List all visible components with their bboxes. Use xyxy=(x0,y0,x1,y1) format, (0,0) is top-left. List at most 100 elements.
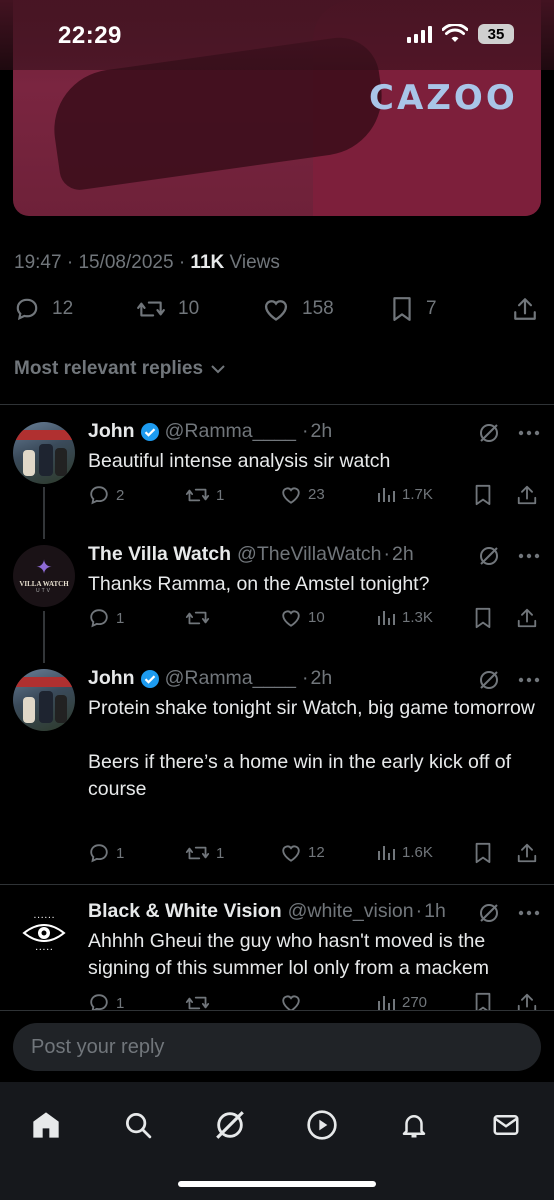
meta-separator: · xyxy=(383,543,390,565)
reply-time: 2h xyxy=(391,543,414,565)
reply-button[interactable]: 1 xyxy=(88,607,124,629)
author-name[interactable]: John xyxy=(88,420,135,443)
reply-button[interactable]: 1 xyxy=(88,992,124,1010)
views-count: 1.6K xyxy=(402,843,433,861)
bookmark-icon[interactable] xyxy=(473,842,493,864)
post-actions: 12 10 158 7 xyxy=(14,296,542,330)
video-play-icon xyxy=(307,1110,337,1140)
avatar[interactable] xyxy=(13,669,75,731)
reply-button[interactable]: 12 xyxy=(14,296,73,322)
svg-text:• • • • • •: • • • • • • xyxy=(34,915,55,920)
tab-messages[interactable] xyxy=(481,1100,531,1150)
repost-button[interactable]: 1 xyxy=(185,842,224,864)
share-icon[interactable] xyxy=(516,842,538,864)
reply-icon xyxy=(90,486,108,505)
tab-video[interactable] xyxy=(297,1100,347,1150)
repost-button[interactable] xyxy=(185,992,216,1010)
author-name[interactable]: John xyxy=(88,667,135,690)
like-count: 23 xyxy=(308,486,325,503)
reply-count: 1 xyxy=(116,844,125,862)
tab-grok[interactable] xyxy=(205,1100,255,1150)
author-name[interactable]: The Villa Watch xyxy=(88,543,231,566)
bookmark-icon[interactable] xyxy=(473,484,493,506)
heart-icon xyxy=(282,487,300,504)
like-button[interactable]: 158 xyxy=(262,296,334,322)
mail-icon xyxy=(493,1115,519,1135)
reply-item[interactable]: • • • • • • • • • • • Black & White Visi… xyxy=(0,900,554,1010)
views-count: 270 xyxy=(402,993,428,1011)
svg-text:• • • • •: • • • • • xyxy=(36,947,53,952)
meta-separator: · xyxy=(415,900,423,922)
reply-metrics: 1 10 1.3K xyxy=(88,607,540,633)
tab-home[interactable] xyxy=(21,1100,71,1150)
reply-composer xyxy=(0,1010,554,1082)
replies-sort-dropdown[interactable]: Most relevant replies xyxy=(14,358,227,380)
grok-icon[interactable] xyxy=(478,669,500,691)
analytics-icon xyxy=(378,996,395,1010)
search-icon xyxy=(126,1113,152,1139)
share-icon[interactable] xyxy=(516,484,538,506)
bookmark-icon[interactable] xyxy=(473,992,493,1010)
reply-top-icons xyxy=(478,669,540,691)
avatar[interactable]: • • • • • • • • • • • xyxy=(13,902,75,964)
reply-top-icons xyxy=(478,902,540,924)
heart-icon xyxy=(282,995,300,1010)
repost-button[interactable]: 10 xyxy=(136,296,199,322)
grok-icon[interactable] xyxy=(478,422,500,444)
reply-count: 1 xyxy=(116,994,125,1011)
author-handle: @TheVillaWatch xyxy=(237,543,382,565)
more-icon[interactable] xyxy=(518,553,540,559)
more-icon[interactable] xyxy=(518,430,540,436)
meta-separator: · xyxy=(66,252,74,273)
reply-input[interactable] xyxy=(13,1023,541,1071)
share-icon[interactable] xyxy=(516,607,538,629)
repost-icon xyxy=(185,996,210,1010)
tab-search[interactable] xyxy=(113,1100,163,1150)
more-icon[interactable] xyxy=(518,910,540,916)
reply-text: Beautiful intense analysis sir watch xyxy=(88,450,391,472)
bookmark-icon xyxy=(393,297,411,321)
thread-line xyxy=(43,487,45,539)
share-icon[interactable] xyxy=(516,992,538,1010)
views-button[interactable]: 1.3K xyxy=(376,607,433,627)
grok-icon[interactable] xyxy=(478,545,500,567)
battery-icon: 35 xyxy=(478,24,514,44)
bell-icon xyxy=(402,1115,426,1138)
views-button[interactable]: 270 xyxy=(376,992,427,1010)
avatar[interactable]: ✦ VILLA WATCH UTV xyxy=(13,545,75,607)
wifi-icon xyxy=(442,24,468,42)
analytics-icon xyxy=(378,488,395,502)
reply-count: 1 xyxy=(116,609,125,627)
like-button[interactable]: 10 xyxy=(280,607,325,628)
bookmark-button[interactable]: 7 xyxy=(390,296,437,322)
views-button[interactable]: 1.7K xyxy=(376,484,433,504)
home-icon xyxy=(33,1112,59,1138)
share-button[interactable] xyxy=(512,296,538,322)
repost-count: 1 xyxy=(216,486,225,504)
reply-button[interactable]: 2 xyxy=(88,484,124,506)
post-date: 15/08/2025 xyxy=(78,252,174,273)
more-icon[interactable] xyxy=(518,677,540,683)
reply-metrics: 1 1 12 1.6K xyxy=(88,842,540,868)
like-button[interactable]: 23 xyxy=(280,484,325,505)
reply-text: Protein shake tonight sir Watch, big gam… xyxy=(88,695,538,803)
reply-button[interactable]: 1 xyxy=(88,842,124,864)
bookmark-icon[interactable] xyxy=(473,607,493,629)
repost-button[interactable]: 1 xyxy=(185,484,224,506)
avatar[interactable] xyxy=(13,422,75,484)
author-name[interactable]: Black & White Vision xyxy=(88,900,282,923)
tab-notifications[interactable] xyxy=(389,1100,439,1150)
reply-metrics: 2 1 23 1.7K xyxy=(88,484,540,510)
grok-icon[interactable] xyxy=(478,902,500,924)
like-button[interactable]: 12 xyxy=(280,842,325,863)
views-button[interactable]: 1.6K xyxy=(376,842,433,862)
chevron-down-icon xyxy=(211,365,225,374)
like-button[interactable] xyxy=(280,992,308,1010)
grok-icon xyxy=(216,1111,244,1139)
reply-icon xyxy=(90,844,108,863)
repost-icon xyxy=(137,301,165,317)
divider xyxy=(0,404,554,405)
home-indicator[interactable] xyxy=(178,1181,376,1187)
repost-button[interactable] xyxy=(185,607,216,629)
reply-metrics: 1 270 xyxy=(88,992,540,1010)
